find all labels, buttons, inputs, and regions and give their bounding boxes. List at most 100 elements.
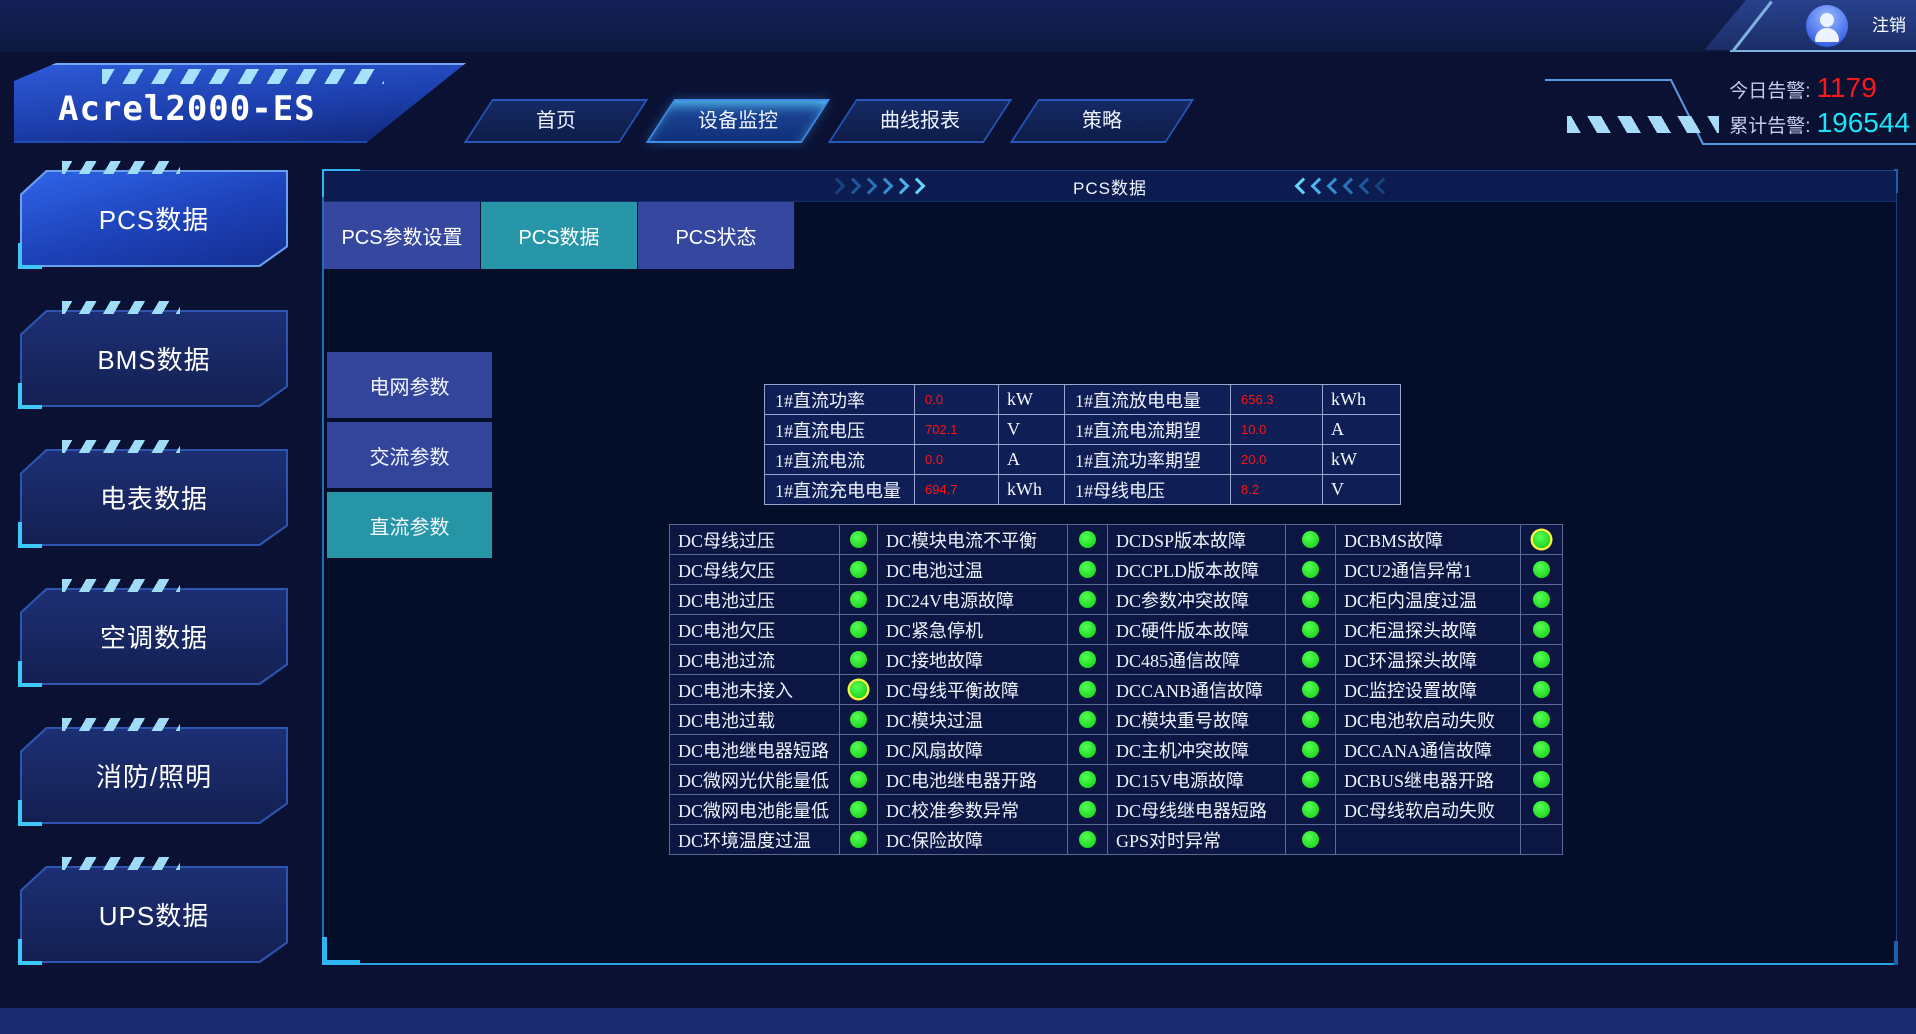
status-indicator-cell [1068,735,1108,765]
nav-tab-3[interactable]: 曲线报表 [828,99,1013,143]
subtab-3[interactable]: 直流参数 [327,492,492,558]
status-indicator-cell [840,555,878,585]
status-indicator-cell [1286,645,1336,675]
status-label: DC柜温探头故障 [1336,615,1521,645]
nav-tab-label: 曲线报表 [844,101,996,141]
panel-title: PCS数据 [1073,174,1147,199]
param-subtab-bar: 电网参数交流参数直流参数 [327,352,492,562]
brand-block: Acrel2000-ES [14,63,466,143]
status-indicator-cell [840,825,878,855]
status-row: DC母线欠压DC电池过温DCCPLD版本故障DCU2通信异常1 [670,555,1563,585]
status-label: DC环境温度过温 [670,825,840,855]
status-label: DC24V电源故障 [878,585,1068,615]
param-unit: kWh [1323,385,1401,415]
nav-tab-4[interactable]: 策略 [1010,99,1195,143]
status-led-icon [850,741,867,758]
status-label: DC15V电源故障 [1108,765,1286,795]
sidebar-item-3[interactable]: 电表数据 [20,449,288,546]
param-unit: A [999,445,1065,475]
sidebar-item-1[interactable]: PCS数据 [20,170,288,267]
status-led-icon [850,801,867,818]
status-label: DC母线平衡故障 [878,675,1068,705]
subtab-2[interactable]: 交流参数 [327,422,492,488]
user-avatar-icon[interactable] [1806,5,1848,47]
status-label: DC电池继电器短路 [670,735,840,765]
main-nav: 首页设备监控曲线报表策略 [478,99,1180,143]
status-led-icon [1079,591,1096,608]
status-indicator-cell [1286,525,1336,555]
status-indicator-cell [1286,795,1336,825]
logout-button[interactable]: 注销 [1872,0,1906,52]
param-value: 702.1 [915,415,999,445]
status-led-icon [1079,651,1096,668]
status-led-icon [1079,801,1096,818]
param-unit: V [999,415,1065,445]
chevron-icon [829,178,846,195]
tab-1[interactable]: PCS参数设置 [324,202,481,269]
status-row: DC电池未接入DC母线平衡故障DCCANB通信故障DC监控设置故障 [670,675,1563,705]
status-led-icon [1079,831,1096,848]
status-indicator-cell [1521,675,1563,705]
status-label: DCDSP版本故障 [1108,525,1286,555]
status-led-icon [850,621,867,638]
chevron-icon [1374,178,1391,195]
alarm-zone: 今日告警:1179 累计告警:196544 [1545,66,1916,150]
sidebar-item-label: 电表数据 [20,449,288,546]
status-indicator-cell [840,765,878,795]
status-led-icon [1302,651,1319,668]
status-label: DC校准参数异常 [878,795,1068,825]
sidebar-item-5[interactable]: 消防/照明 [20,727,288,824]
nav-tab-2[interactable]: 设备监控 [646,99,831,143]
status-label: DC紧急停机 [878,615,1068,645]
tab-2[interactable]: PCS数据 [481,202,638,269]
status-indicator-cell [1521,705,1563,735]
status-indicator-cell [840,525,878,555]
subtab-1[interactable]: 电网参数 [327,352,492,418]
status-indicator-cell [1068,825,1108,855]
status-led-icon [850,711,867,728]
status-label: DC电池继电器开路 [878,765,1068,795]
param-label: 1#直流电流期望 [1065,415,1231,445]
sidebar-item-6[interactable]: UPS数据 [20,866,288,963]
status-label: DC母线欠压 [670,555,840,585]
param-label: 1#直流功率期望 [1065,445,1231,475]
status-led-icon [1302,711,1319,728]
param-unit: kW [1323,445,1401,475]
param-row: 1#直流电流0.0A1#直流功率期望20.0kW [765,445,1401,475]
status-label: DC485通信故障 [1108,645,1286,675]
main-panel: PCS数据 PCS参数设置PCS数据PCS状态 电网参数交流参数直流参数 1#直… [322,170,1897,965]
status-label: DC模块重号故障 [1108,705,1286,735]
param-value: 0.0 [915,445,999,475]
status-led-icon [1079,711,1096,728]
chevron-icon [1326,178,1343,195]
param-label: 1#直流放电电量 [1065,385,1231,415]
param-unit: A [1323,415,1401,445]
status-indicator-cell [1286,675,1336,705]
pcs-tab-bar: PCS参数设置PCS数据PCS状态 [324,202,795,269]
param-label: 1#母线电压 [1065,475,1231,505]
tab-3[interactable]: PCS状态 [638,202,795,269]
param-value: 10.0 [1231,415,1323,445]
status-led-icon [1302,591,1319,608]
status-led-icon [1079,561,1096,578]
status-led-icon [1533,591,1550,608]
sidebar-item-label: 消防/照明 [20,727,288,824]
status-led-icon [1302,621,1319,638]
status-label: DC风扇故障 [878,735,1068,765]
status-row: DC电池继电器短路DC风扇故障DC主机冲突故障DCCANA通信故障 [670,735,1563,765]
chevrons-right-icon [831,180,923,192]
sidebar-item-4[interactable]: 空调数据 [20,588,288,685]
hazard-stripes-icon [1567,116,1719,133]
status-label: DC接地故障 [878,645,1068,675]
param-value: 656.3 [1231,385,1323,415]
param-label: 1#直流电流 [765,445,915,475]
status-label: DC保险故障 [878,825,1068,855]
sidebar-item-2[interactable]: BMS数据 [20,310,288,407]
nav-tab-1[interactable]: 首页 [464,99,649,143]
param-row: 1#直流充电电量694.7kWh1#母线电压8.2V [765,475,1401,505]
status-led-icon [850,831,867,848]
status-indicator-cell [1068,585,1108,615]
corner-accent [322,937,327,965]
status-indicator-cell [1068,675,1108,705]
status-row: DC微网电池能量低DC校准参数异常DC母线继电器短路DC母线软启动失败 [670,795,1563,825]
